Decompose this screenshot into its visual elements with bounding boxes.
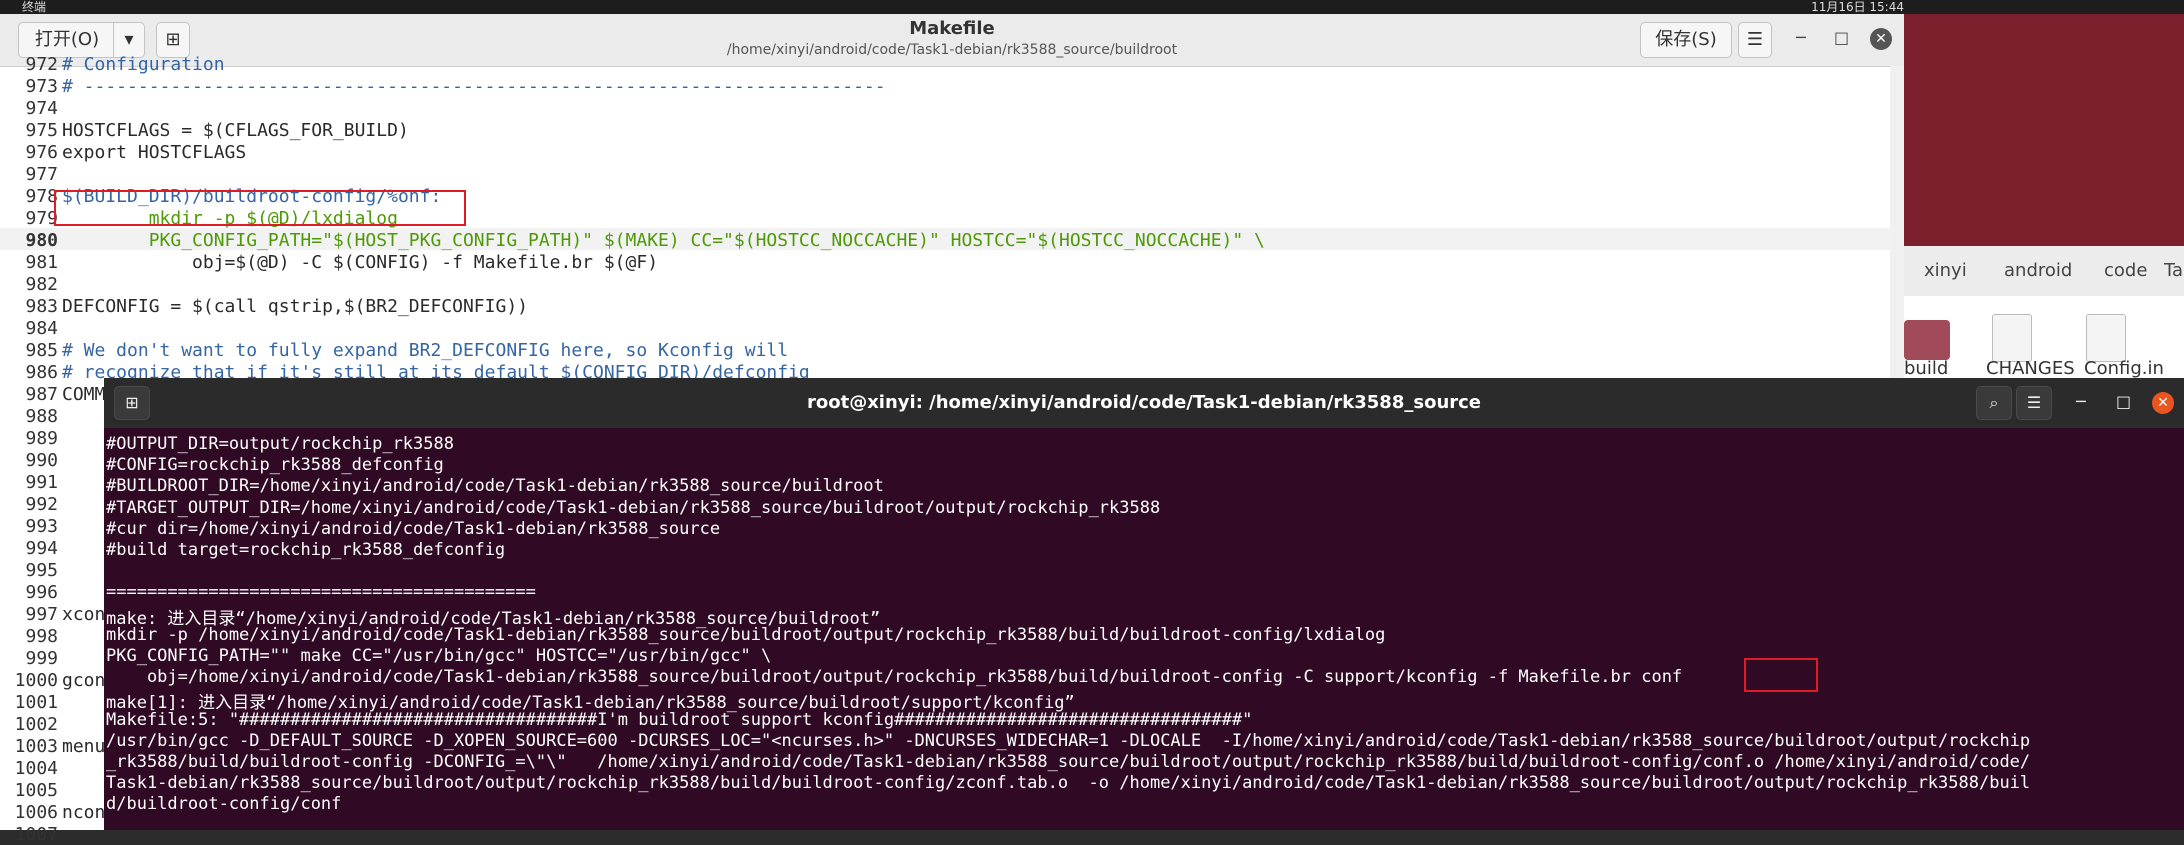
line-number: 993 — [25, 516, 58, 537]
line-number: 1004 — [14, 758, 58, 779]
line-number: 991 — [25, 472, 58, 493]
line-number: 997 — [25, 604, 58, 625]
code-line: xcon — [62, 604, 106, 625]
line-number: 992 — [25, 494, 58, 515]
line-number: 973 — [25, 76, 58, 97]
code-line: DEFCONFIG = $(call qstrip,$(BR2_DEFCONFI… — [62, 296, 528, 317]
code-line: # We don't want to fully expand BR2_DEFC… — [62, 340, 789, 361]
code-line: menu — [62, 736, 106, 757]
menu-button[interactable]: ☰ — [2016, 386, 2052, 420]
line-number: 1002 — [14, 714, 58, 735]
terminal-line: PKG_CONFIG_PATH="" make CC="/usr/bin/gcc… — [106, 646, 772, 666]
line-number: 1006 — [14, 802, 58, 823]
code-line: obj=$(@D) -C $(CONFIG) -f Makefile.br $(… — [62, 252, 659, 273]
line-number: 974 — [25, 98, 58, 119]
terminal-line: d/buildroot-config/conf — [106, 794, 342, 815]
line-number: 995 — [25, 560, 58, 581]
minimize-icon[interactable]: ─ — [1796, 28, 1806, 47]
line-number: 994 — [25, 538, 58, 559]
line-number: 1003 — [14, 736, 58, 757]
breadcrumb-task[interactable]: Ta — [2164, 260, 2183, 281]
system-top-bar: 终端 11月16日 15:44 — [0, 0, 2184, 14]
terminal-line: mkdir -p /home/xinyi/android/code/Task1-… — [106, 624, 1386, 645]
line-number: 977 — [25, 164, 58, 185]
line-number: 1001 — [14, 692, 58, 713]
terminal-header-bar: ⊞ root@xinyi: /home/xinyi/android/code/T… — [104, 378, 2184, 428]
menu-button[interactable]: ☰ — [1738, 22, 1772, 58]
code-line: export HOSTCFLAGS — [62, 142, 247, 163]
line-number: 980 — [25, 230, 58, 251]
document-title: Makefile — [909, 18, 995, 39]
terminal-line: obj=/home/xinyi/android/code/Task1-debia… — [106, 667, 1683, 688]
terminal-line: /usr/bin/gcc -D_DEFAULT_SOURCE -D_XOPEN_… — [106, 730, 2031, 751]
terminal-output[interactable]: #OUTPUT_DIR=output/rockchip_rk3588 #CONFI… — [104, 428, 2184, 830]
terminal-line: #BUILDROOT_DIR=/home/xinyi/android/code/… — [106, 476, 884, 497]
terminal-title: root@xinyi: /home/xinyi/android/code/Tas… — [806, 392, 1482, 413]
breadcrumb-code[interactable]: code — [2104, 260, 2147, 281]
folder-icon[interactable] — [1904, 320, 1950, 360]
file-label-changes[interactable]: CHANGES — [1986, 358, 2075, 379]
text-file-icon[interactable] — [1992, 314, 2032, 362]
line-number: 1000 — [14, 670, 58, 691]
line-number: 989 — [25, 428, 58, 449]
terminal-line: Makefile:5: "###########################… — [106, 709, 1253, 730]
code-line: ncon — [62, 802, 106, 823]
breadcrumb-xinyi[interactable]: xinyi — [1924, 260, 1967, 281]
text-file-icon[interactable] — [2086, 314, 2126, 362]
line-number: 996 — [25, 582, 58, 603]
terminal-line: #TARGET_OUTPUT_DIR=/home/xinyi/android/c… — [106, 497, 1161, 518]
red-annotation-box — [1744, 658, 1818, 692]
maximize-icon[interactable]: □ — [1834, 28, 1849, 47]
code-line: PKG_CONFIG_PATH="$(HOST_PKG_CONFIG_PATH)… — [62, 230, 1265, 251]
gedit-header-bar: 打开(O) ▾ ⊞ Makefile /home/xinyi/android/c… — [0, 14, 1904, 67]
terminal-line: #CONFIG=rockchip_rk3588_defconfig — [106, 455, 444, 476]
line-number: 984 — [25, 318, 58, 339]
terminal-line: Task1-debian/rk3588_source/buildroot/out… — [106, 773, 2031, 794]
line-number: 990 — [25, 450, 58, 471]
minimize-icon[interactable]: ─ — [2076, 392, 2086, 411]
terminal-line: ========================================… — [106, 582, 536, 603]
line-number: 988 — [25, 406, 58, 427]
line-number: 982 — [25, 274, 58, 295]
line-number: 986 — [25, 362, 58, 383]
line-number: 987 — [25, 384, 58, 405]
document-path: /home/xinyi/android/code/Task1-debian/rk… — [726, 42, 1178, 58]
terminal-line: #cur dir=/home/xinyi/android/code/Task1-… — [106, 518, 721, 539]
line-number: 1005 — [14, 780, 58, 801]
line-number: 998 — [25, 626, 58, 647]
line-number: 1007 — [14, 824, 58, 845]
terminal-line: _rk3588/build/buildroot-config -DCONFIG_… — [106, 752, 2031, 772]
line-number: 975 — [25, 120, 58, 141]
search-icon: ⌕ — [1989, 393, 1999, 412]
code-line: COMM — [62, 384, 106, 405]
code-line: # Configuration — [62, 54, 225, 75]
code-line: # --------------------------------------… — [62, 76, 886, 97]
red-annotation-box — [54, 190, 466, 226]
hamburger-menu-icon: ☰ — [1746, 29, 1764, 50]
hamburger-menu-icon: ☰ — [2026, 393, 2042, 412]
activities-label[interactable]: 终端 — [22, 0, 46, 15]
terminal-line: #OUTPUT_DIR=output/rockchip_rk3588 — [106, 434, 454, 454]
line-number: 981 — [25, 252, 58, 273]
line-number: 999 — [25, 648, 58, 669]
maximize-icon[interactable]: □ — [2116, 392, 2131, 411]
terminal-window: ⊞ root@xinyi: /home/xinyi/android/code/T… — [104, 378, 2184, 830]
line-number: 979 — [25, 208, 58, 229]
breadcrumb-android[interactable]: android — [2004, 260, 2072, 281]
line-number: 978 — [25, 186, 58, 207]
line-number: 983 — [25, 296, 58, 317]
line-number: 976 — [25, 142, 58, 163]
close-icon[interactable]: ✕ — [1870, 28, 1892, 50]
clock[interactable]: 11月16日 15:44 — [1811, 0, 1904, 15]
terminal-line: #build target=rockchip_rk3588_defconfig — [106, 540, 506, 560]
code-line: HOSTCFLAGS = $(CFLAGS_FOR_BUILD) — [62, 120, 409, 141]
line-number: 985 — [25, 340, 58, 361]
code-line: gcon — [62, 670, 106, 691]
file-label-build[interactable]: build — [1904, 358, 1948, 379]
search-button[interactable]: ⌕ — [1976, 386, 2012, 420]
file-label-config-in[interactable]: Config.in — [2084, 358, 2164, 379]
save-button[interactable]: 保存(S) — [1640, 22, 1732, 58]
close-icon[interactable]: ✕ — [2152, 392, 2174, 414]
line-number: 972 — [25, 54, 58, 75]
